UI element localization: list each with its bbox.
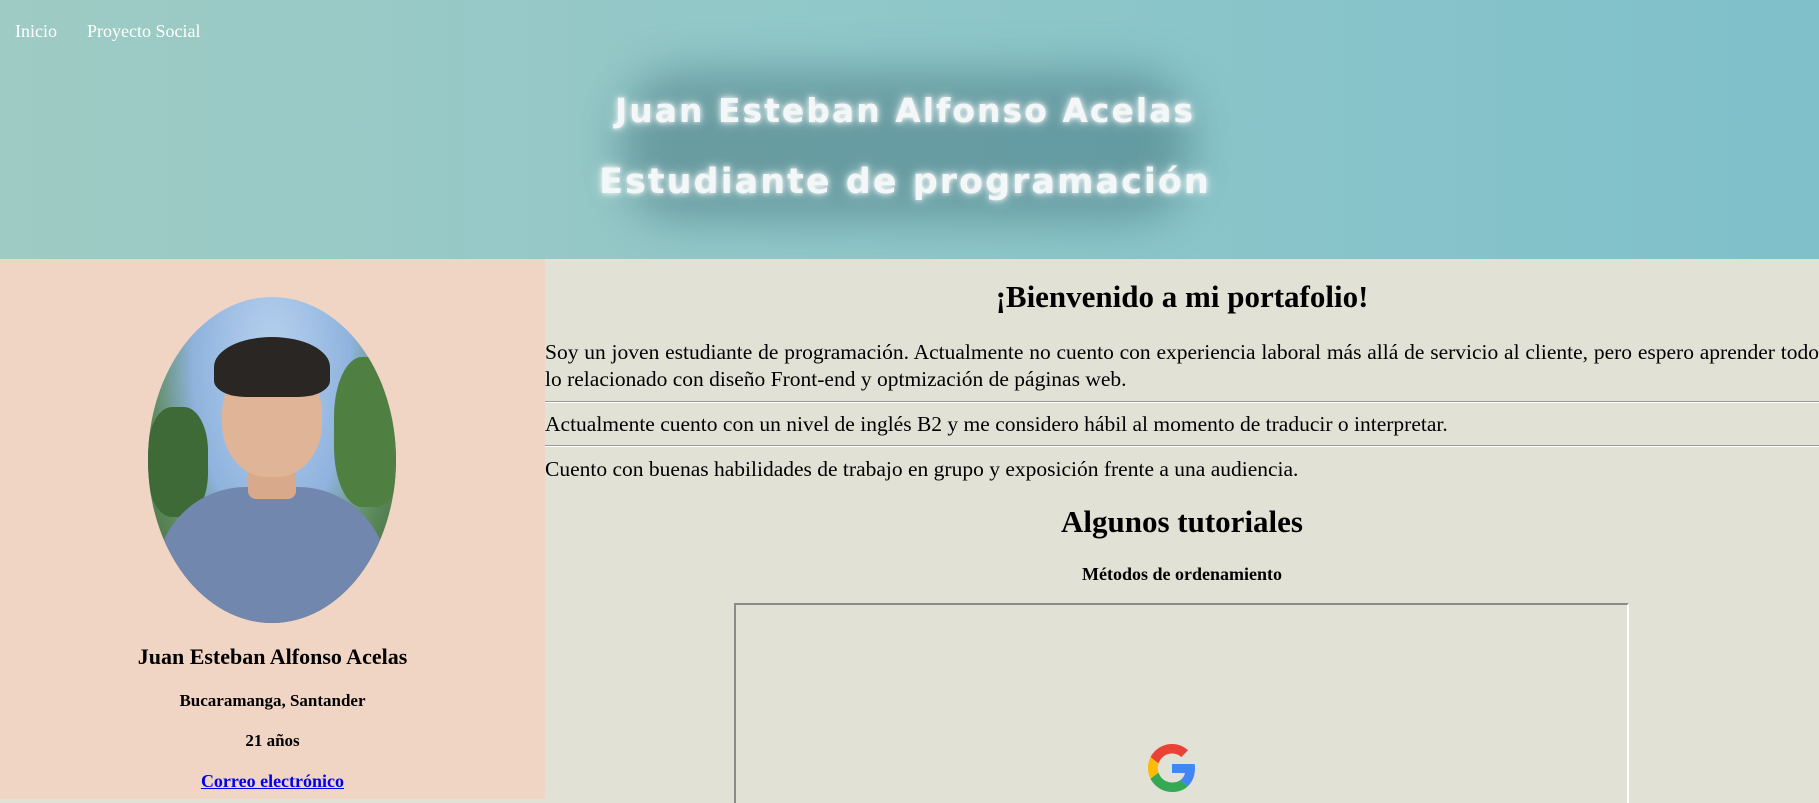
profile-location: Bucaramanga, Santander	[179, 691, 366, 710]
page-header: Inicio Proyecto Social Juan Esteban Alfo…	[0, 0, 1819, 259]
tutorials-title: Algunos tutoriales	[1061, 504, 1303, 539]
english-paragraph: Actualmente cuento con un nivel de inglé…	[545, 412, 1448, 436]
profile-age: 21 años	[245, 731, 300, 750]
divider	[545, 401, 1819, 403]
nav-link-proyecto-social[interactable]: Proyecto Social	[87, 21, 200, 42]
email-link[interactable]: Correo electrónico	[201, 771, 344, 791]
photo-shirt	[156, 487, 388, 623]
tutorial-subtitle: Métodos de ordenamiento	[1082, 564, 1282, 584]
hero-banner: Juan Esteban Alfonso Acelas Estudiante d…	[590, 72, 1220, 220]
hero-name: Juan Esteban Alfonso Acelas	[614, 90, 1196, 130]
hero-role: Estudiante de programación	[599, 161, 1211, 202]
profile-name: Juan Esteban Alfonso Acelas	[137, 644, 408, 669]
welcome-title: ¡Bienvenido a mi portafolio!	[995, 279, 1369, 314]
divider	[545, 445, 1819, 447]
email-link-wrapper: Correo electrónico	[0, 771, 545, 792]
skills-paragraph: Cuento con buenas habilidades de trabajo…	[545, 457, 1299, 481]
google-g-icon	[1148, 744, 1195, 792]
profile-sidebar: Juan Esteban Alfonso Acelas Bucaramanga,…	[0, 259, 545, 799]
nav-link-inicio[interactable]: Inicio	[15, 21, 57, 42]
photo-background-tree	[334, 357, 396, 507]
intro-paragraph: Soy un joven estudiante de programación.…	[545, 340, 1819, 391]
embedded-video-frame[interactable]	[734, 603, 1629, 803]
profile-photo	[148, 297, 396, 623]
photo-hair	[214, 337, 330, 397]
main-content: ¡Bienvenido a mi portafolio! Soy un jove…	[545, 259, 1819, 803]
top-nav: Inicio Proyecto Social	[15, 21, 200, 42]
